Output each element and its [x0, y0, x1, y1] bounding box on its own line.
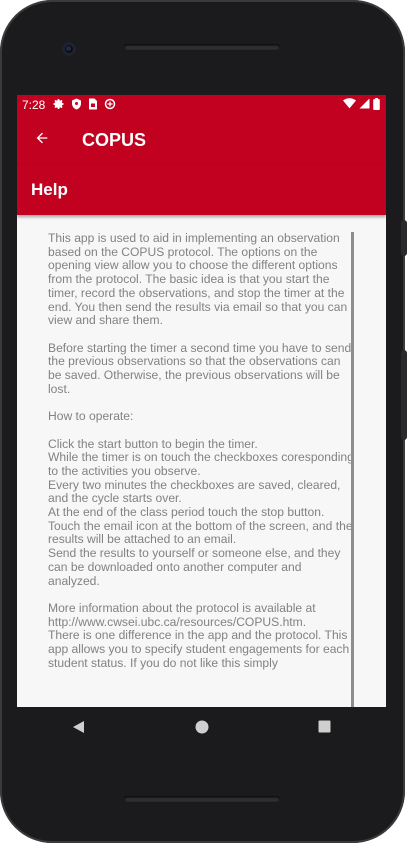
nav-recents-button[interactable] — [295, 707, 355, 751]
gear-icon — [53, 98, 65, 113]
signal-icon — [359, 98, 370, 112]
section-header: Help — [17, 165, 386, 215]
bottom-speaker — [124, 796, 280, 802]
data-saver-icon — [104, 98, 116, 113]
nav-home-button[interactable] — [172, 707, 232, 751]
recents-square-icon — [318, 720, 331, 738]
shield-icon — [71, 98, 82, 113]
sim-card-icon — [88, 98, 98, 113]
volume-button — [401, 350, 407, 440]
nav-back-button[interactable] — [49, 707, 109, 751]
navigation-bar — [17, 707, 386, 751]
scrollbar[interactable] — [351, 232, 354, 707]
help-text: This app is used to aid in implementing … — [48, 231, 354, 670]
app-title: COPUS — [82, 129, 147, 150]
battery-icon — [373, 97, 380, 113]
app-bar: COPUS — [17, 115, 386, 165]
back-triangle-icon — [72, 720, 86, 739]
earpiece-speaker — [124, 44, 280, 50]
wifi-icon — [343, 98, 356, 112]
status-time: 7:28 — [22, 98, 46, 112]
front-camera — [62, 42, 76, 56]
help-content-scroll[interactable]: This app is used to aid in implementing … — [17, 215, 386, 707]
status-bar: 7:28 — [17, 95, 386, 115]
phone-frame: 7:28 COPUS Help This app is used to aid … — [0, 0, 407, 843]
home-circle-icon — [195, 720, 209, 739]
arrow-back-icon — [34, 130, 50, 151]
device-screen: 7:28 COPUS Help This app is used to aid … — [17, 95, 386, 707]
section-title: Help — [31, 180, 68, 199]
power-button — [401, 220, 407, 256]
back-button[interactable] — [18, 115, 66, 165]
